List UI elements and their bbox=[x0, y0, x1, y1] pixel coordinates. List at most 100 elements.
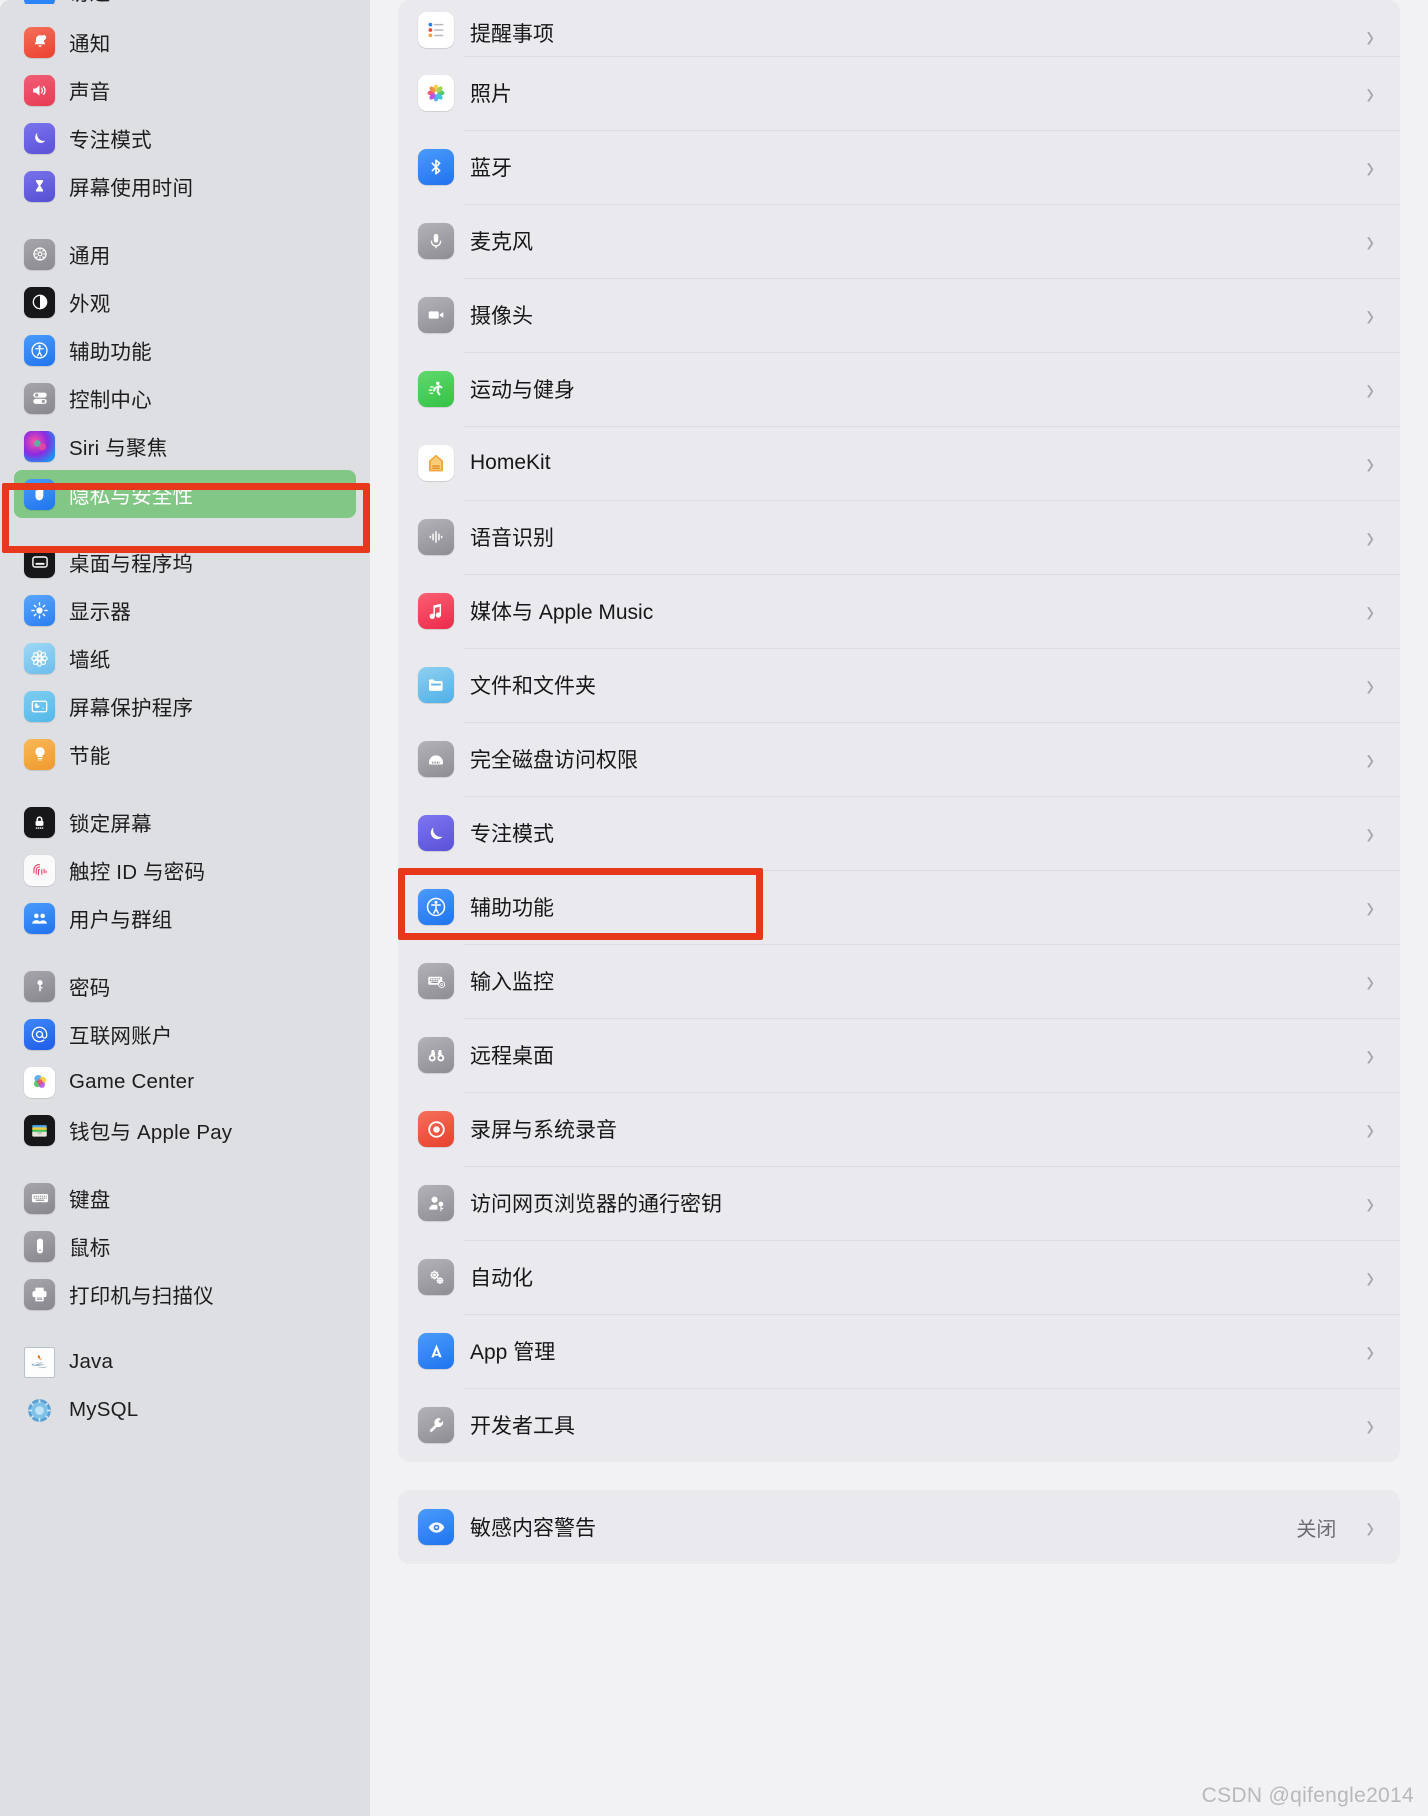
row-reminders[interactable]: 提醒事项 › bbox=[398, 0, 1400, 56]
chevron-right-icon[interactable]: › bbox=[1366, 595, 1374, 626]
sidebar-item-label: Java bbox=[69, 1350, 114, 1373]
hand-privacy-icon bbox=[24, 478, 55, 510]
sidebar-item-sound[interactable]: 声音 bbox=[14, 66, 356, 114]
row-label: 辅助功能 bbox=[470, 897, 554, 920]
row-bluetooth[interactable]: 蓝牙 › bbox=[398, 130, 1400, 204]
desktop-dock-icon bbox=[24, 546, 55, 578]
sidebar-item-label: 通用 bbox=[69, 245, 111, 268]
chevron-right-icon[interactable]: › bbox=[1366, 669, 1374, 700]
row-microphone[interactable]: 麦克风 › bbox=[398, 204, 1400, 278]
sidebar-item-partial-top[interactable]: 访达 bbox=[14, 0, 356, 4]
row-app-management[interactable]: App 管理 › bbox=[398, 1314, 1400, 1388]
sidebar-item-mouse[interactable]: 鼠标 bbox=[14, 1222, 356, 1270]
chevron-right-icon[interactable]: › bbox=[1366, 447, 1374, 478]
sidebar-item-control-center[interactable]: 控制中心 bbox=[14, 374, 356, 422]
sidebar-item-touchid-password[interactable]: 触控 ID 与密码 bbox=[14, 846, 356, 894]
row-motion-fitness[interactable]: 运动与健身 › bbox=[398, 352, 1400, 426]
siri-icon bbox=[24, 430, 55, 462]
sidebar-scroll-area[interactable]: 访达 通知 声音 bbox=[0, 0, 370, 1434]
chevron-right-icon[interactable]: › bbox=[1366, 1511, 1374, 1542]
sidebar-item-displays[interactable]: 显示器 bbox=[14, 586, 356, 634]
chevron-right-icon[interactable]: › bbox=[1366, 1187, 1374, 1218]
app-management-icon bbox=[418, 1333, 454, 1369]
row-photos[interactable]: 照片 › bbox=[398, 56, 1400, 130]
chevron-right-icon[interactable]: › bbox=[1366, 225, 1374, 256]
row-label: 提醒事项 bbox=[470, 23, 554, 46]
sidebar-item-general[interactable]: 通用 bbox=[14, 230, 356, 278]
row-label: 录屏与系统录音 bbox=[470, 1119, 617, 1142]
chevron-right-icon[interactable]: › bbox=[1366, 891, 1374, 922]
sensitive-content-card[interactable]: 敏感内容警告 关闭 › bbox=[398, 1490, 1400, 1564]
screen-recording-icon bbox=[418, 1111, 454, 1147]
chevron-right-icon[interactable]: › bbox=[1366, 151, 1374, 182]
row-passkey-browser-access[interactable]: 访问网页浏览器的通行密钥 › bbox=[398, 1166, 1400, 1240]
row-automation[interactable]: 自动化 › bbox=[398, 1240, 1400, 1314]
accessibility-icon bbox=[418, 889, 454, 925]
sidebar-item-game-center[interactable]: Game Center bbox=[14, 1058, 356, 1106]
control-center-icon bbox=[24, 382, 55, 414]
sidebar-item-desktop-dock[interactable]: 桌面与程序坞 bbox=[14, 538, 356, 586]
row-camera[interactable]: 摄像头 › bbox=[398, 278, 1400, 352]
row-speech-recognition[interactable]: 语音识别 › bbox=[398, 500, 1400, 574]
chevron-right-icon[interactable]: › bbox=[1366, 77, 1374, 108]
sidebar-item-appearance[interactable]: 外观 bbox=[14, 278, 356, 326]
row-developer-tools[interactable]: 开发者工具 › bbox=[398, 1388, 1400, 1462]
sidebar-item-keyboard[interactable]: 键盘 bbox=[14, 1174, 356, 1222]
apple-music-icon bbox=[418, 593, 454, 629]
chevron-right-icon[interactable]: › bbox=[1366, 1039, 1374, 1070]
sidebar-item-label: MySQL bbox=[69, 1398, 139, 1421]
sidebar-item-wallpaper[interactable]: 墙纸 bbox=[14, 634, 356, 682]
sidebar-item-screen-time[interactable]: 屏幕使用时间 bbox=[14, 162, 356, 210]
sidebar-item-screensaver[interactable]: 屏幕保护程序 bbox=[14, 682, 356, 730]
chevron-right-icon[interactable]: › bbox=[1366, 743, 1374, 774]
chevron-right-icon[interactable]: › bbox=[1366, 965, 1374, 996]
row-focus[interactable]: 专注模式 › bbox=[398, 796, 1400, 870]
sidebar-item-internet-accounts[interactable]: 互联网账户 bbox=[14, 1010, 356, 1058]
lightbulb-icon bbox=[24, 738, 55, 770]
users-groups-icon bbox=[24, 902, 55, 934]
sidebar-item-printers-scanners[interactable]: 打印机与扫描仪 bbox=[14, 1270, 356, 1318]
row-sensitive-content-warning[interactable]: 敏感内容警告 关闭 › bbox=[398, 1490, 1400, 1564]
sidebar-item-energy-saver[interactable]: 节能 bbox=[14, 730, 356, 778]
sidebar-item-siri-spotlight[interactable]: Siri 与聚焦 bbox=[14, 422, 356, 470]
sidebar-item-mysql[interactable]: MySQL bbox=[14, 1386, 356, 1434]
row-full-disk-access[interactable]: 完全磁盘访问权限 › bbox=[398, 722, 1400, 796]
files-folders-icon bbox=[418, 667, 454, 703]
row-accessibility[interactable]: 辅助功能 › bbox=[398, 870, 1400, 944]
row-label: 敏感内容警告 bbox=[470, 1517, 596, 1540]
sidebar-item-label: 键盘 bbox=[69, 1189, 111, 1212]
row-remote-desktop[interactable]: 远程桌面 › bbox=[398, 1018, 1400, 1092]
accessibility-icon bbox=[24, 334, 55, 366]
chevron-right-icon[interactable]: › bbox=[1366, 817, 1374, 848]
row-screen-recording[interactable]: 录屏与系统录音 › bbox=[398, 1092, 1400, 1166]
sidebar-item-label: 墙纸 bbox=[69, 649, 111, 672]
row-homekit[interactable]: HomeKit › bbox=[398, 426, 1400, 500]
row-media-apple-music[interactable]: 媒体与 Apple Music › bbox=[398, 574, 1400, 648]
row-files-folders[interactable]: 文件和文件夹 › bbox=[398, 648, 1400, 722]
sidebar-item-label: Game Center bbox=[69, 1070, 195, 1093]
sidebar-item-privacy-security[interactable]: 隐私与安全性 bbox=[14, 470, 356, 518]
permissions-card[interactable]: 提醒事项 › 照片 › 蓝牙 › 麦克风 › 摄像头 › 运动与健身 › Hom… bbox=[398, 0, 1400, 1462]
chevron-right-icon[interactable]: › bbox=[1366, 20, 1374, 52]
settings-sidebar[interactable]: 访达 通知 声音 bbox=[0, 0, 370, 1816]
sidebar-item-passwords[interactable]: 密码 bbox=[14, 962, 356, 1010]
chevron-right-icon[interactable]: › bbox=[1366, 373, 1374, 404]
chevron-right-icon[interactable]: › bbox=[1366, 1261, 1374, 1292]
chevron-right-icon[interactable]: › bbox=[1366, 1409, 1374, 1440]
reminders-icon bbox=[418, 12, 454, 48]
privacy-security-main-panel[interactable]: 提醒事项 › 照片 › 蓝牙 › 麦克风 › 摄像头 › 运动与健身 › Hom… bbox=[370, 0, 1428, 1816]
finder-icon bbox=[24, 0, 55, 4]
sidebar-item-lock-screen[interactable]: 锁定屏幕 bbox=[14, 798, 356, 846]
sidebar-item-wallet-applepay[interactable]: 钱包与 Apple Pay bbox=[14, 1106, 356, 1154]
sidebar-item-java[interactable]: Java bbox=[14, 1338, 356, 1386]
sidebar-item-focus[interactable]: 专注模式 bbox=[14, 114, 356, 162]
chevron-right-icon[interactable]: › bbox=[1366, 1335, 1374, 1366]
row-label: 开发者工具 bbox=[470, 1415, 575, 1438]
chevron-right-icon[interactable]: › bbox=[1366, 299, 1374, 330]
sidebar-item-notifications[interactable]: 通知 bbox=[14, 18, 356, 66]
sidebar-item-accessibility[interactable]: 辅助功能 bbox=[14, 326, 356, 374]
row-input-monitoring[interactable]: 输入监控 › bbox=[398, 944, 1400, 1018]
chevron-right-icon[interactable]: › bbox=[1366, 521, 1374, 552]
chevron-right-icon[interactable]: › bbox=[1366, 1113, 1374, 1144]
sidebar-item-users-groups[interactable]: 用户与群组 bbox=[14, 894, 356, 942]
